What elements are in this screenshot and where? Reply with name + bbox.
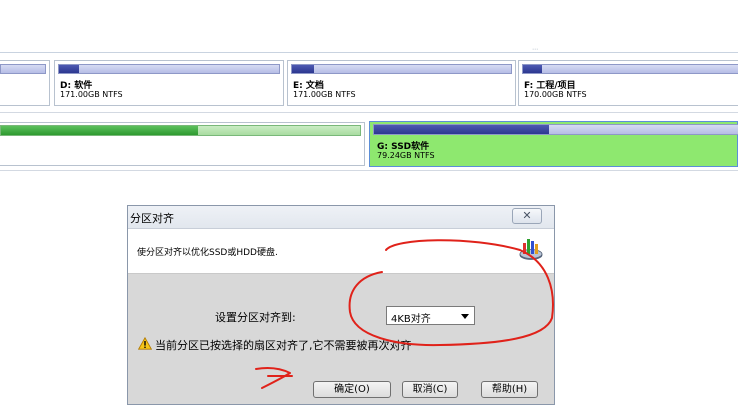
cancel-button[interactable]: 取消(C) bbox=[402, 381, 458, 398]
partition-f[interactable]: F: 工程/项目 170.00GB NTFS bbox=[518, 60, 738, 106]
help-button[interactable]: 帮助(H) bbox=[481, 381, 538, 398]
partition-d-usage-bar bbox=[58, 64, 280, 74]
dialog-header: 使分区对齐以优化SSD或HDD硬盘. bbox=[128, 229, 554, 274]
warning-message: 当前分区已按选择的扇区对齐了,它不需要被再次对齐 bbox=[155, 339, 412, 352]
partition-primary[interactable] bbox=[0, 122, 365, 166]
alignment-label: 设置分区对齐到: bbox=[215, 311, 296, 324]
ok-button[interactable]: 确定(O) bbox=[313, 381, 391, 398]
partition-c-usage-bar bbox=[0, 64, 46, 74]
partition-c[interactable] bbox=[0, 60, 50, 106]
disk-chart-icon bbox=[519, 239, 543, 260]
partition-g-used bbox=[374, 125, 549, 134]
partition-g-selected[interactable]: G: SSD软件 79.24GB NTFS bbox=[369, 121, 738, 167]
partition-e-usage-bar bbox=[291, 64, 512, 74]
partition-f-used bbox=[523, 65, 543, 73]
partition-e-used bbox=[292, 65, 314, 73]
dialog-titlebar[interactable]: 分区对齐 ✕ bbox=[128, 206, 554, 229]
close-button[interactable]: ✕ bbox=[512, 208, 542, 224]
partition-g-usage-bar bbox=[373, 124, 738, 135]
partition-alignment-dialog: 分区对齐 ✕ 使分区对齐以优化SSD或HDD硬盘. 设置分区对齐到: 4KB对齐… bbox=[127, 205, 555, 405]
partition-primary-used bbox=[1, 126, 199, 135]
partition-primary-usage-bar bbox=[0, 125, 361, 136]
warning-icon bbox=[138, 337, 152, 350]
overflow-dots: ⋯ bbox=[532, 46, 539, 53]
dialog-title: 分区对齐 bbox=[130, 212, 174, 225]
disk-map-divider bbox=[0, 52, 738, 53]
disk-map: ⋯ D: 软件 171.00GB NTFS E: 文档 171.00GB NTF… bbox=[0, 0, 738, 175]
close-icon: ✕ bbox=[522, 209, 532, 222]
partition-f-info: 170.00GB NTFS bbox=[524, 90, 587, 99]
disk-row-divider bbox=[0, 112, 738, 113]
disk-map-bottom-line bbox=[0, 170, 738, 171]
partition-d-info: 171.00GB NTFS bbox=[60, 90, 123, 99]
partition-d-used bbox=[59, 65, 79, 73]
partition-e-info: 171.00GB NTFS bbox=[293, 90, 356, 99]
alignment-select[interactable]: 4KB对齐 bbox=[386, 306, 475, 325]
partition-e[interactable]: E: 文档 171.00GB NTFS bbox=[287, 60, 516, 106]
partition-d[interactable]: D: 软件 171.00GB NTFS bbox=[54, 60, 284, 106]
alignment-select-value: 4KB对齐 bbox=[391, 314, 431, 325]
partition-f-usage-bar bbox=[522, 64, 738, 74]
chevron-down-icon bbox=[461, 314, 469, 319]
dialog-description: 使分区对齐以优化SSD或HDD硬盘. bbox=[137, 248, 278, 258]
partition-g-info: 79.24GB NTFS bbox=[377, 151, 435, 160]
